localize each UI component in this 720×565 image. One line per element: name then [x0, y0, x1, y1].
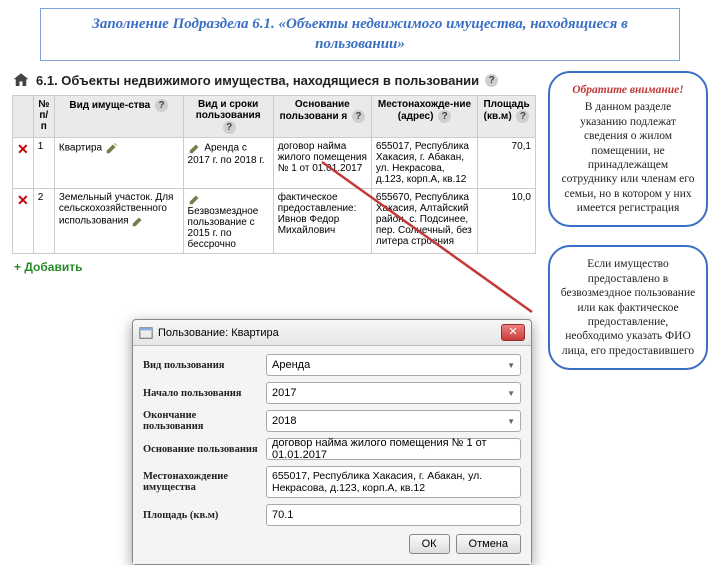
input-area[interactable]: 70.1: [266, 504, 521, 526]
th-basis: Основание пользовани я ?: [273, 96, 371, 138]
cell-type: Квартира: [54, 138, 183, 189]
edit-icon[interactable]: [188, 192, 202, 206]
callout-fio: Если имущество предоставлено в безвозмез…: [548, 245, 708, 370]
th-area: Площадь (кв.м) ?: [478, 96, 536, 138]
cell-basis: договор найма жилого помещения № 1 от 01…: [273, 138, 371, 189]
delete-icon[interactable]: ✕: [17, 141, 29, 158]
cell-area: 10,0: [478, 189, 536, 254]
ok-button[interactable]: ОК: [409, 534, 450, 554]
add-button[interactable]: + Добавить: [12, 254, 536, 280]
edit-icon[interactable]: [131, 214, 145, 228]
property-table: № п/п Вид имуще-ства ? Вид и сроки польз…: [12, 95, 536, 254]
label-basis: Основание пользования: [143, 444, 258, 455]
th-type: Вид имуще-ства ?: [54, 96, 183, 138]
select-kind[interactable]: Аренда▼: [266, 354, 521, 376]
cell-location: 655017, Республика Хакасия, г. Абакан, у…: [371, 138, 477, 189]
house-icon: [12, 71, 30, 89]
edit-icon[interactable]: [105, 141, 119, 155]
cell-num: 1: [33, 138, 54, 189]
th-term: Вид и сроки пользования ?: [183, 96, 273, 138]
edit-icon[interactable]: [188, 141, 202, 155]
label-kind: Вид пользования: [143, 360, 258, 371]
page-title: Заполнение Подраздела 6.1. «Объекты недв…: [40, 8, 680, 61]
callout-attention: Обратите внимание! В данном разделе указ…: [548, 71, 708, 227]
edit-dialog: Пользование: Квартира ✕ Вид пользования …: [132, 319, 532, 565]
help-icon[interactable]: ?: [155, 99, 168, 112]
cancel-button[interactable]: Отмена: [456, 534, 521, 554]
callout-headline: Обратите внимание!: [560, 83, 696, 97]
cell-term: Аренда с 2017 г. по 2018 г.: [183, 138, 273, 189]
th-location: Местонахожде-ние (адрес) ?: [371, 96, 477, 138]
help-icon[interactable]: ?: [352, 110, 365, 123]
help-icon[interactable]: ?: [223, 121, 236, 134]
label-area: Площадь (кв.м): [143, 510, 258, 521]
help-icon[interactable]: ?: [485, 74, 498, 87]
close-button[interactable]: ✕: [501, 324, 525, 341]
cell-basis: фактическое предоставление: Ивнов Федор …: [273, 189, 371, 254]
dialog-title-text: Пользование: Квартира: [158, 327, 279, 339]
cell-area: 70,1: [478, 138, 536, 189]
label-start: Начало пользования: [143, 388, 258, 399]
table-row: ✕ 2 Земельный участок. Для сельскохозяйс…: [13, 189, 536, 254]
help-icon[interactable]: ?: [516, 110, 529, 123]
th-del: [13, 96, 34, 138]
dialog-icon: [139, 326, 153, 340]
input-location[interactable]: 655017, Республика Хакасия, г. Абакан, у…: [266, 466, 521, 498]
section-heading-text: 6.1. Объекты недвижимого имущества, нахо…: [36, 73, 479, 88]
chevron-down-icon: ▼: [507, 417, 515, 426]
cell-type: Земельный участок. Для сельскохозяйствен…: [54, 189, 183, 254]
chevron-down-icon: ▼: [507, 389, 515, 398]
th-num: № п/п: [33, 96, 54, 138]
cell-num: 2: [33, 189, 54, 254]
section-heading: 6.1. Объекты недвижимого имущества, нахо…: [12, 67, 536, 95]
cell-location: 655670, Республика Хакасия, Алтайский ра…: [371, 189, 477, 254]
cell-term: Безвозмездное пользование с 2015 г. по б…: [183, 189, 273, 254]
input-basis[interactable]: договор найма жилого помещения № 1 от 01…: [266, 438, 521, 460]
label-location: Местонахождение имущества: [143, 471, 258, 493]
dialog-titlebar: Пользование: Квартира ✕: [133, 320, 531, 346]
callout-body: Если имущество предоставлено в безвозмез…: [561, 258, 695, 356]
select-start[interactable]: 2017▼: [266, 382, 521, 404]
label-end: Окончание пользования: [143, 410, 258, 432]
table-row: ✕ 1 Квартира Аренда с 2017 г. по 2018 г.…: [13, 138, 536, 189]
callout-body: В данном разделе указанию подлежат сведе…: [562, 101, 695, 214]
delete-icon[interactable]: ✕: [17, 192, 29, 209]
help-icon[interactable]: ?: [438, 110, 451, 123]
select-end[interactable]: 2018▼: [266, 410, 521, 432]
chevron-down-icon: ▼: [507, 361, 515, 370]
